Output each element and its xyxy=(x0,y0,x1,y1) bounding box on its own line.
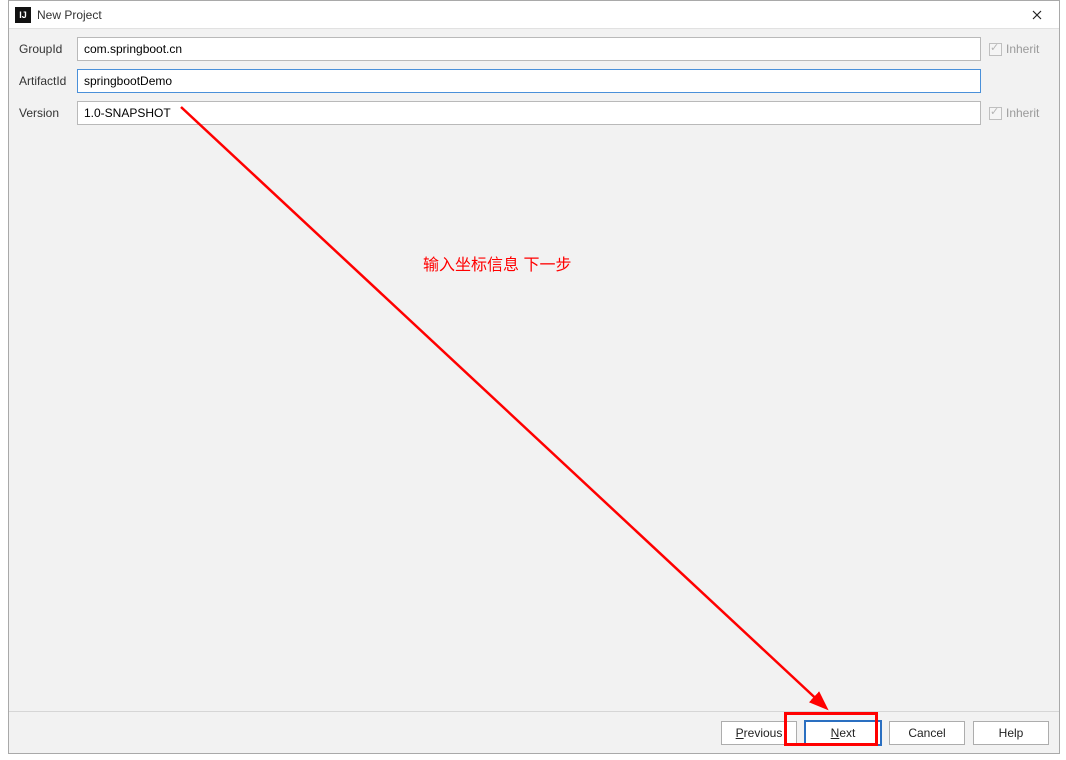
annotation-arrow xyxy=(9,29,1059,711)
inherit-label: Inherit xyxy=(1006,42,1039,56)
version-row: Version Inherit xyxy=(19,101,1049,125)
checkbox-icon xyxy=(989,107,1002,120)
groupid-label: GroupId xyxy=(19,42,77,56)
window-title: New Project xyxy=(37,8,1015,22)
previous-button[interactable]: Previous xyxy=(721,721,797,745)
intellij-icon: IJ xyxy=(15,7,31,23)
cancel-button[interactable]: Cancel xyxy=(889,721,965,745)
next-button[interactable]: Next xyxy=(805,721,881,745)
close-button[interactable] xyxy=(1015,1,1059,29)
help-button[interactable]: Help xyxy=(973,721,1049,745)
dialog-content: GroupId Inherit ArtifactId Inherit Versi… xyxy=(9,29,1059,711)
inherit-label: Inherit xyxy=(1006,106,1039,120)
new-project-dialog: IJ New Project GroupId Inherit ArtifactI… xyxy=(8,0,1060,754)
close-icon xyxy=(1032,10,1042,20)
groupid-inherit: Inherit xyxy=(989,42,1049,56)
checkbox-icon xyxy=(989,43,1002,56)
version-input[interactable] xyxy=(77,101,981,125)
titlebar: IJ New Project xyxy=(9,1,1059,29)
artifactid-label: ArtifactId xyxy=(19,74,77,88)
version-inherit: Inherit xyxy=(989,106,1049,120)
button-bar: Previous Next Cancel Help xyxy=(9,711,1059,753)
groupid-row: GroupId Inherit xyxy=(19,37,1049,61)
version-label: Version xyxy=(19,106,77,120)
groupid-input[interactable] xyxy=(77,37,981,61)
annotation-text: 输入坐标信息 下一步 xyxy=(423,251,571,275)
artifactid-input[interactable] xyxy=(77,69,981,93)
artifactid-row: ArtifactId Inherit xyxy=(19,69,1049,93)
